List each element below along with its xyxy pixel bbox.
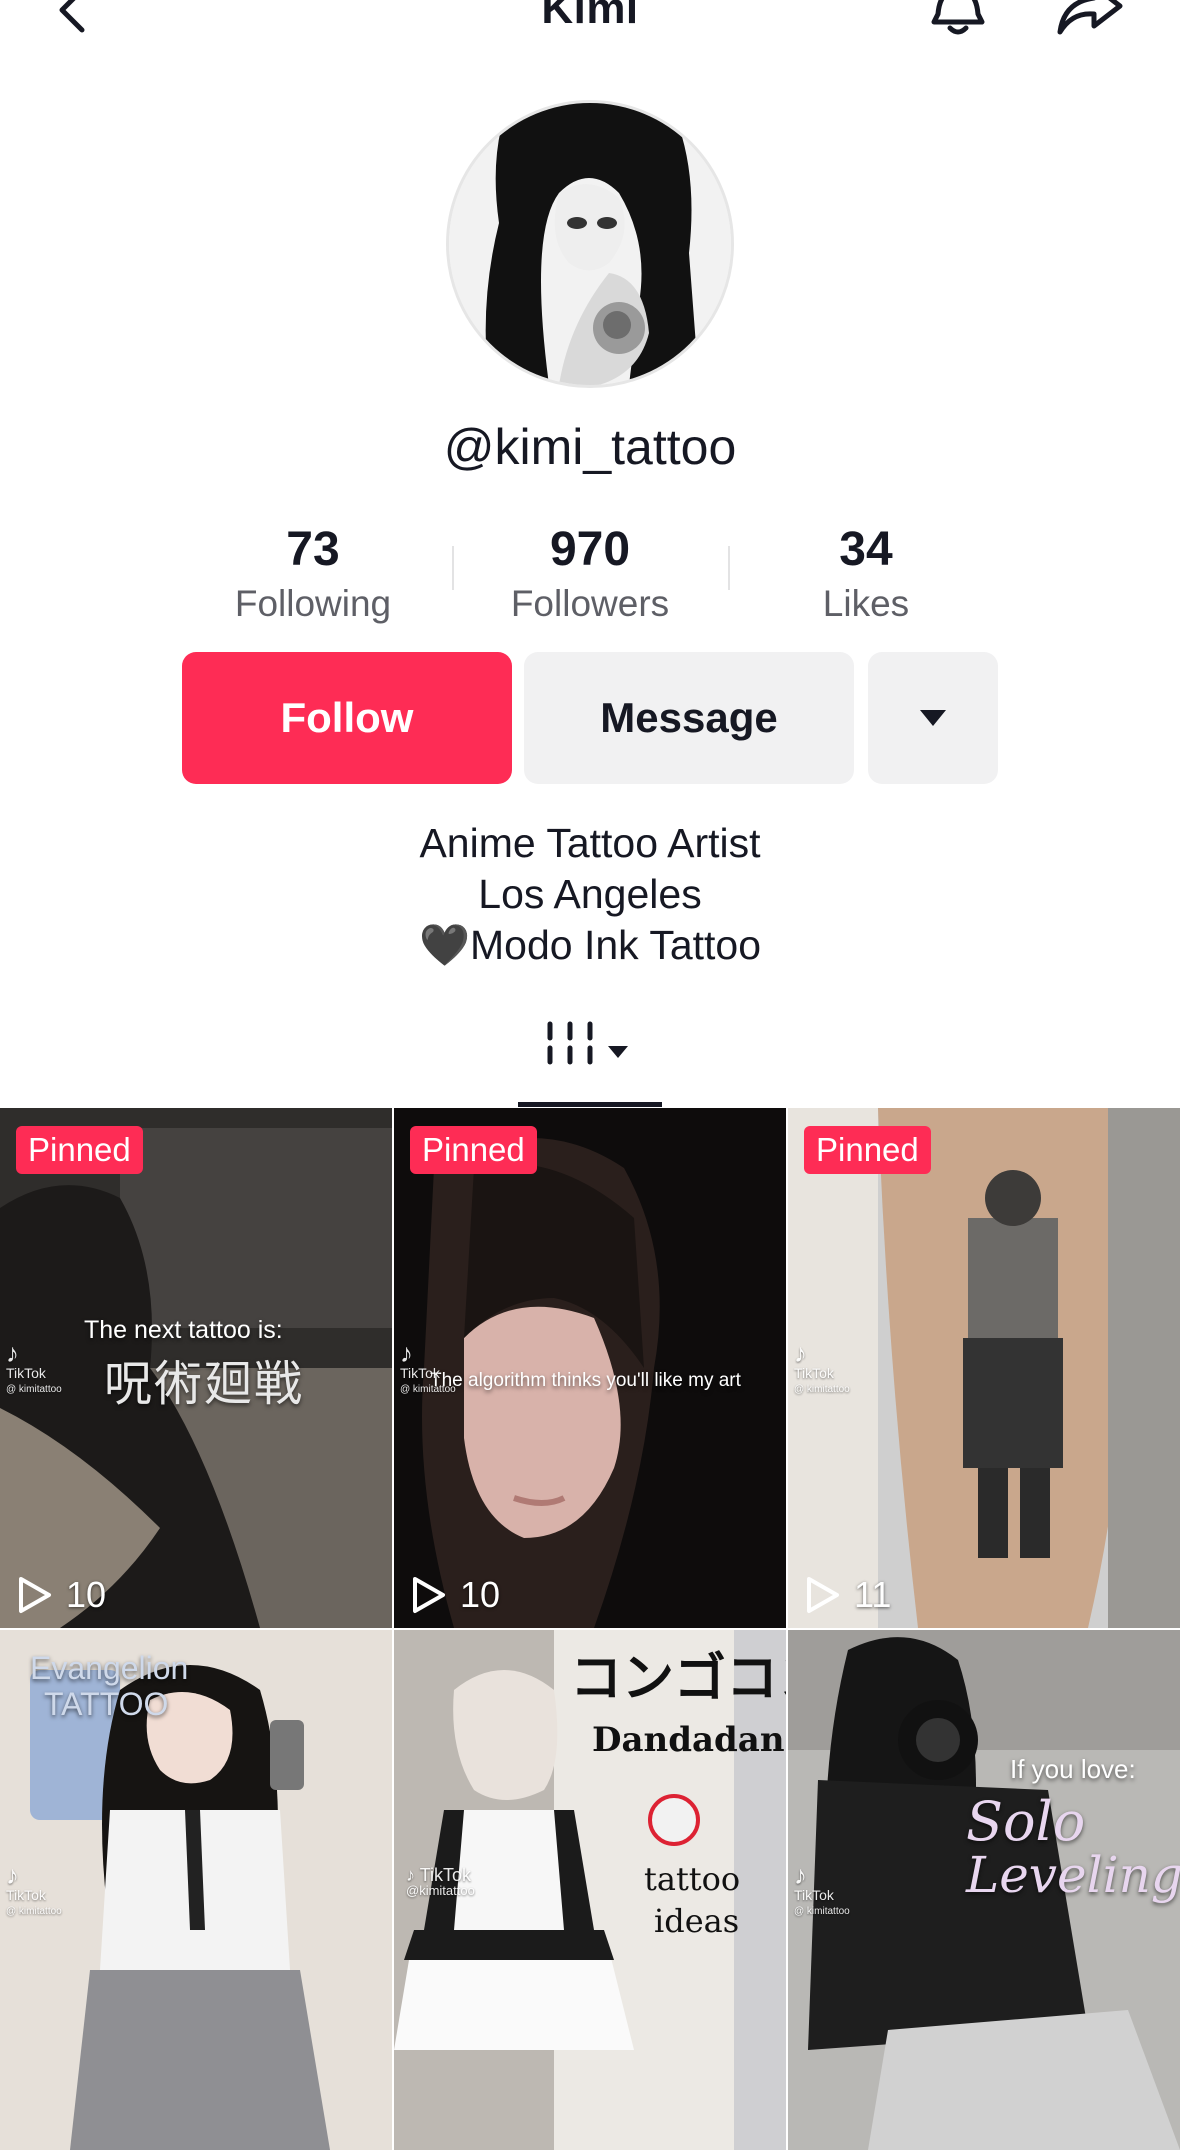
followers-label: Followers: [510, 583, 670, 624]
tiktok-note-icon: ♪: [794, 1860, 807, 1890]
video-caption-line: ideas: [654, 1902, 740, 1940]
bell-icon: [931, 0, 985, 35]
likes-stat[interactable]: 34 Likes: [746, 520, 986, 628]
profile-bio: Anime Tattoo Artist Los Angeles 🖤Modo In…: [0, 818, 1180, 971]
likes-count: 34: [839, 523, 893, 576]
video-caption: Evangelion: [30, 1650, 189, 1686]
tiktok-note-icon: ♪: [6, 1860, 19, 1890]
share-icon: [1057, 0, 1123, 35]
grid-icon: [547, 1021, 628, 1065]
tiktok-watermark: ♪ TikTok @ kimitattoo: [400, 1338, 456, 1395]
video-caption: The next tattoo is:: [84, 1316, 283, 1344]
play-icon: [807, 1577, 839, 1613]
suggested-accounts-button[interactable]: [868, 652, 998, 784]
following-count: 73: [286, 523, 340, 576]
likes-label: Likes: [822, 583, 910, 624]
video-grid: Pinned The next tattoo is: 呪術廻戦 ♪ TikTok…: [0, 1108, 1180, 2150]
tiktok-note-icon: ♪: [406, 1865, 420, 1885]
video-thumbnail[interactable]: If you love: Solo Leveling ♪ TikTok @ ki…: [788, 1630, 1180, 2150]
pinned-badge: Pinned: [410, 1126, 537, 1174]
caret-down-icon: [920, 710, 946, 726]
follow-button[interactable]: Follow: [182, 652, 512, 784]
tiktok-watermark: ♪ TikTok @ kimitattoo: [6, 1860, 62, 1917]
bio-line: Anime Tattoo Artist: [419, 820, 761, 866]
video-top-text: コンゴコン: [570, 1648, 786, 1709]
video-caption-title: TATTOO: [44, 1686, 169, 1722]
tiktok-watermark: ♪ TikTok @ kimitattoo: [6, 1338, 62, 1395]
tab-active-indicator: [518, 1102, 662, 1107]
share-button[interactable]: [1052, 0, 1128, 44]
tiktok-note-icon: ♪: [794, 1338, 807, 1368]
play-icon: [19, 1577, 51, 1613]
stat-divider: [452, 546, 454, 590]
video-caption-line: tattoo: [644, 1860, 741, 1898]
tab-videos[interactable]: [540, 1018, 650, 1078]
video-thumbnail[interactable]: Pinned The algorithm thinks you'll like …: [394, 1108, 786, 1628]
play-icon: [413, 1577, 445, 1613]
bio-line: 🖤Modo Ink Tattoo: [418, 922, 762, 968]
video-caption: The algorithm thinks you'll like my art: [430, 1370, 741, 1391]
following-label: Following: [234, 583, 392, 624]
following-stat[interactable]: 73 Following: [193, 520, 433, 628]
caret-down-icon: [608, 1046, 628, 1058]
video-caption-title: 呪術廻戦: [104, 1358, 305, 1411]
video-thumbnail[interactable]: Evangelion TATTOO ♪ TikTok @ kimitattoo: [0, 1630, 392, 2150]
view-count: 10: [412, 1574, 500, 1616]
video-thumbnail[interactable]: Pinned The next tattoo is: 呪術廻戦 ♪ TikTok…: [0, 1108, 392, 1628]
followers-count: 970: [549, 523, 631, 576]
video-caption: Dandadan: [592, 1720, 785, 1760]
video-caption-title: Leveling: [966, 1846, 1180, 1904]
message-button[interactable]: Message: [524, 652, 854, 784]
tiktok-watermark: ♪ TikTok @ kimitattoo: [794, 1860, 850, 1917]
username: @kimi_tattoo: [443, 419, 737, 475]
bio-line: Los Angeles: [478, 871, 702, 917]
view-count: 11: [806, 1574, 891, 1616]
followers-stat[interactable]: 970 Followers: [470, 520, 710, 628]
avatar-illustration: [449, 103, 731, 385]
pinned-badge: Pinned: [16, 1126, 143, 1174]
video-thumbnail[interactable]: コンゴコン Dandadan tattoo ideas ♪ TikTok @ki…: [394, 1630, 786, 2150]
page-title: Kimi: [541, 0, 639, 33]
tiktok-note-icon: ♪: [400, 1338, 413, 1368]
video-caption: If you love:: [1010, 1754, 1136, 1784]
video-caption-title: Solo: [966, 1790, 1086, 1853]
tiktok-watermark: ♪ TikTok @ kimitattoo: [794, 1338, 850, 1395]
pinned-badge: Pinned: [804, 1126, 931, 1174]
top-bar: Kimi: [0, 0, 1180, 44]
tiktok-watermark: ♪ TikTok @kimitattoo: [406, 1865, 475, 1898]
view-count: 10: [18, 1574, 106, 1616]
tiktok-note-icon: ♪: [6, 1338, 19, 1368]
video-thumbnail[interactable]: Pinned ♪ TikTok @ kimitattoo 11: [788, 1108, 1180, 1628]
notification-bell-button[interactable]: [920, 0, 996, 44]
profile-avatar[interactable]: [446, 100, 734, 388]
stat-divider: [728, 546, 730, 590]
